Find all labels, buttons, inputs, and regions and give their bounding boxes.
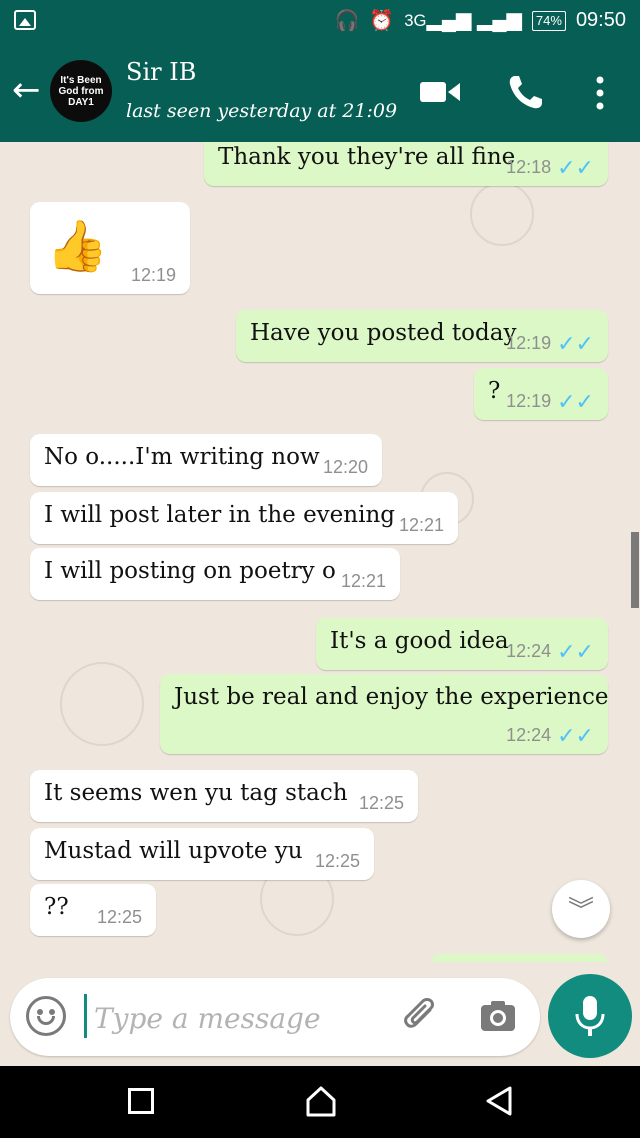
read-ticks-icon: ✓✓ bbox=[557, 330, 594, 356]
message-time: 12:19 bbox=[130, 265, 176, 285]
message-bubble-incoming[interactable]: No o.....I'm writing now 12:20 bbox=[30, 434, 382, 486]
chat-area[interactable]: Thank you they're all fine 12:18 ✓✓ 👍 12:… bbox=[0, 142, 640, 962]
message-time: 12:25 bbox=[358, 793, 404, 813]
message-bubble-incoming[interactable]: It seems wen yu tag stach 12:25 bbox=[30, 770, 418, 822]
message-text: Just be real and enjoy the experience bbox=[174, 684, 609, 710]
message-input[interactable] bbox=[92, 992, 396, 1044]
contact-name[interactable]: Sir IB bbox=[126, 58, 196, 86]
message-text: I will post later in the evening bbox=[44, 502, 395, 528]
message-text: ?? bbox=[44, 894, 69, 920]
mic-icon bbox=[575, 996, 605, 1036]
message-text: Mustad will upvote yu bbox=[44, 838, 303, 864]
network-type: 3G bbox=[404, 11, 427, 30]
gallery-icon bbox=[14, 10, 36, 30]
message-text: It seems wen yu tag stach bbox=[44, 780, 348, 806]
status-indicators: 🎧 ⏰ 3G▂▄▆ ▂▄▆ 74% 09:50 bbox=[334, 8, 626, 33]
message-text: ? bbox=[488, 378, 501, 404]
headset-icon: 🎧 bbox=[334, 9, 360, 32]
message-bubble-outgoing[interactable]: It's a good idea 12:24 ✓✓ bbox=[316, 618, 608, 670]
message-time: 12:24 bbox=[506, 641, 552, 661]
chat-header: ← It's Been God from DAY1 Sir IB last se… bbox=[0, 42, 640, 142]
status-bar: 🎧 ⏰ 3G▂▄▆ ▂▄▆ 74% 09:50 bbox=[0, 0, 640, 42]
status-time: 09:50 bbox=[575, 9, 626, 31]
avatar-text: It's Been God from DAY1 bbox=[58, 74, 104, 108]
message-time: 12:20 bbox=[322, 457, 368, 477]
back-button[interactable] bbox=[482, 1084, 516, 1118]
message-bubble-outgoing-partial[interactable] bbox=[430, 954, 608, 962]
attach-icon[interactable] bbox=[400, 996, 442, 1038]
back-arrow-icon[interactable]: ← bbox=[12, 72, 48, 108]
message-time: 12:21 bbox=[340, 571, 386, 591]
message-bubble-outgoing[interactable]: Thank you they're all fine 12:18 ✓✓ bbox=[204, 142, 608, 186]
message-bubble-outgoing[interactable]: Just be real and enjoy the experience 12… bbox=[160, 674, 608, 754]
camera-icon[interactable] bbox=[480, 1000, 516, 1032]
contact-avatar[interactable]: It's Been God from DAY1 bbox=[50, 60, 112, 122]
message-time: 12:25 bbox=[314, 851, 360, 871]
message-text: Thank you they're all fine bbox=[218, 144, 516, 170]
text-cursor bbox=[84, 994, 87, 1038]
message-text: Have you posted today bbox=[250, 320, 517, 346]
read-ticks-icon: ✓✓ bbox=[557, 154, 594, 180]
signal-icon: 3G▂▄▆ ▂▄▆ bbox=[404, 9, 522, 31]
message-time: 12:19 bbox=[506, 391, 552, 411]
read-ticks-icon: ✓✓ bbox=[557, 722, 594, 748]
alarm-icon: ⏰ bbox=[369, 9, 395, 32]
message-bubble-incoming[interactable]: 👍 12:19 bbox=[30, 202, 190, 294]
message-bubble-outgoing[interactable]: Have you posted today 12:19 ✓✓ bbox=[236, 310, 608, 362]
system-nav-bar bbox=[0, 1066, 640, 1138]
chat-scrollbar[interactable] bbox=[631, 532, 639, 608]
message-time: 12:19 bbox=[506, 333, 552, 353]
video-call-icon[interactable] bbox=[420, 80, 460, 104]
thumbs-up-emoji: 👍 bbox=[46, 217, 109, 275]
message-time: 12:18 bbox=[506, 157, 552, 177]
read-ticks-icon: ✓✓ bbox=[557, 638, 594, 664]
more-options-icon[interactable] bbox=[592, 76, 608, 110]
message-bubble-incoming[interactable]: ?? 12:25 bbox=[30, 884, 156, 936]
message-bubble-incoming[interactable]: I will posting on poetry o 12:21 bbox=[30, 548, 400, 600]
voice-record-button[interactable] bbox=[548, 974, 632, 1058]
read-ticks-icon: ✓✓ bbox=[557, 388, 594, 414]
message-time: 12:21 bbox=[398, 515, 444, 535]
scroll-down-icon: ︾ bbox=[567, 896, 594, 926]
message-text: I will posting on poetry o bbox=[44, 558, 336, 584]
recents-button[interactable] bbox=[128, 1088, 154, 1114]
message-text: It's a good idea bbox=[330, 628, 509, 654]
last-seen-status: last seen yesterday at 21:09 bbox=[126, 100, 398, 122]
message-bubble-outgoing[interactable]: ? 12:19 ✓✓ bbox=[474, 368, 608, 420]
emoji-icon[interactable] bbox=[26, 996, 66, 1036]
home-button[interactable] bbox=[304, 1084, 338, 1118]
wallpaper-doodle bbox=[470, 182, 534, 246]
wallpaper-doodle bbox=[60, 662, 144, 746]
phone-call-icon[interactable] bbox=[506, 72, 546, 112]
message-time: 12:25 bbox=[96, 907, 142, 927]
message-time: 12:24 bbox=[506, 725, 552, 745]
battery-indicator: 74% bbox=[531, 10, 566, 31]
message-composer bbox=[10, 978, 540, 1056]
message-text: No o.....I'm writing now bbox=[44, 444, 320, 470]
scroll-to-bottom-button[interactable]: ︾ bbox=[552, 880, 610, 938]
message-bubble-incoming[interactable]: I will post later in the evening 12:21 bbox=[30, 492, 458, 544]
message-bubble-incoming[interactable]: Mustad will upvote yu 12:25 bbox=[30, 828, 374, 880]
